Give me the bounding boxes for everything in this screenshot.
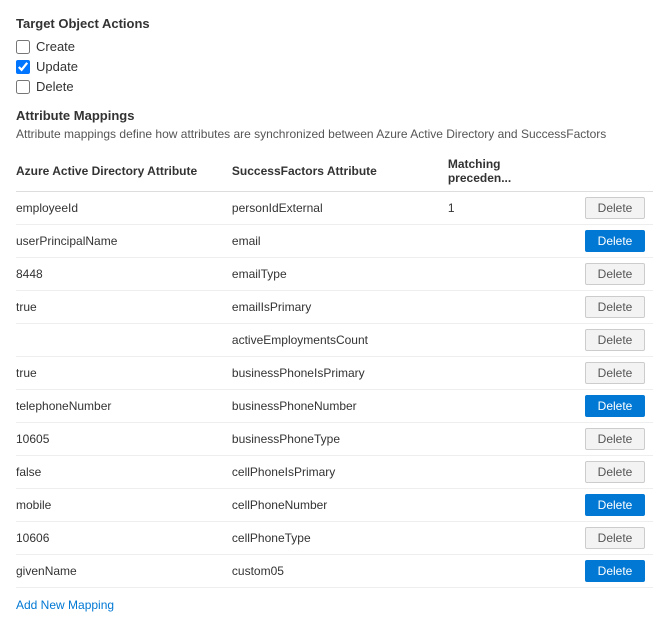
checkbox-create[interactable] — [16, 40, 30, 54]
cell-action: Delete — [567, 555, 653, 588]
delete-button[interactable]: Delete — [585, 494, 645, 516]
target-object-actions-title: Target Object Actions — [16, 16, 653, 31]
attribute-mappings-description: Attribute mappings define how attributes… — [16, 127, 653, 141]
delete-button[interactable]: Delete — [585, 560, 645, 582]
cell-match — [448, 258, 567, 291]
cell-match — [448, 291, 567, 324]
cell-aad: userPrincipalName — [16, 225, 232, 258]
add-new-mapping-link[interactable]: Add New Mapping — [16, 598, 114, 612]
cell-sf: emailIsPrimary — [232, 291, 448, 324]
cell-sf: activeEmploymentsCount — [232, 324, 448, 357]
table-row: 10605businessPhoneType Delete — [16, 423, 653, 456]
cell-aad: 10605 — [16, 423, 232, 456]
checkbox-row-create: Create — [16, 39, 653, 54]
cell-aad: mobile — [16, 489, 232, 522]
table-row: falsecellPhoneIsPrimary Delete — [16, 456, 653, 489]
attribute-mappings-table: Azure Active Directory Attribute Success… — [16, 151, 653, 588]
cell-sf: emailType — [232, 258, 448, 291]
cell-action: Delete — [567, 390, 653, 423]
table-row: 10606cellPhoneType Delete — [16, 522, 653, 555]
cell-aad: true — [16, 291, 232, 324]
delete-button[interactable]: Delete — [585, 197, 645, 219]
cell-match — [448, 225, 567, 258]
checkbox-label-update: Update — [36, 59, 78, 74]
delete-button[interactable]: Delete — [585, 362, 645, 384]
cell-action: Delete — [567, 423, 653, 456]
col-header-aad: Azure Active Directory Attribute — [16, 151, 232, 192]
col-header-action — [567, 151, 653, 192]
cell-action: Delete — [567, 522, 653, 555]
table-row: givenNamecustom05 Delete — [16, 555, 653, 588]
cell-match — [448, 456, 567, 489]
attribute-mappings-title: Attribute Mappings — [16, 108, 653, 123]
cell-aad: false — [16, 456, 232, 489]
delete-button[interactable]: Delete — [585, 263, 645, 285]
cell-action: Delete — [567, 225, 653, 258]
delete-button[interactable]: Delete — [585, 461, 645, 483]
cell-aad: true — [16, 357, 232, 390]
col-header-match: Matching preceden... — [448, 151, 567, 192]
table-row: telephoneNumberbusinessPhoneNumber Delete — [16, 390, 653, 423]
cell-sf: businessPhoneIsPrimary — [232, 357, 448, 390]
delete-button[interactable]: Delete — [585, 329, 645, 351]
cell-match — [448, 324, 567, 357]
cell-sf: custom05 — [232, 555, 448, 588]
cell-aad: 8448 — [16, 258, 232, 291]
delete-button[interactable]: Delete — [585, 428, 645, 450]
table-row: employeeIdpersonIdExternal1 Delete — [16, 192, 653, 225]
col-header-sf: SuccessFactors Attribute — [232, 151, 448, 192]
cell-action: Delete — [567, 192, 653, 225]
checkbox-row-delete: Delete — [16, 79, 653, 94]
cell-action: Delete — [567, 291, 653, 324]
cell-match — [448, 357, 567, 390]
cell-aad: givenName — [16, 555, 232, 588]
delete-button[interactable]: Delete — [585, 296, 645, 318]
table-row: trueemailIsPrimary Delete — [16, 291, 653, 324]
checkbox-delete[interactable] — [16, 80, 30, 94]
table-row: truebusinessPhoneIsPrimary Delete — [16, 357, 653, 390]
table-row: userPrincipalNameemail Delete — [16, 225, 653, 258]
table-row: 8448emailType Delete — [16, 258, 653, 291]
cell-aad — [16, 324, 232, 357]
cell-sf: personIdExternal — [232, 192, 448, 225]
cell-aad: telephoneNumber — [16, 390, 232, 423]
checkbox-label-create: Create — [36, 39, 75, 54]
checkbox-update[interactable] — [16, 60, 30, 74]
cell-match — [448, 555, 567, 588]
cell-match — [448, 522, 567, 555]
delete-button[interactable]: Delete — [585, 527, 645, 549]
cell-sf: email — [232, 225, 448, 258]
cell-match: 1 — [448, 192, 567, 225]
cell-aad: employeeId — [16, 192, 232, 225]
cell-action: Delete — [567, 489, 653, 522]
cell-sf: cellPhoneType — [232, 522, 448, 555]
cell-action: Delete — [567, 324, 653, 357]
checkbox-row-update: Update — [16, 59, 653, 74]
cell-sf: cellPhoneNumber — [232, 489, 448, 522]
cell-match — [448, 489, 567, 522]
checkbox-label-delete: Delete — [36, 79, 74, 94]
cell-action: Delete — [567, 456, 653, 489]
cell-sf: businessPhoneType — [232, 423, 448, 456]
cell-action: Delete — [567, 357, 653, 390]
cell-aad: 10606 — [16, 522, 232, 555]
cell-match — [448, 423, 567, 456]
delete-button[interactable]: Delete — [585, 395, 645, 417]
cell-action: Delete — [567, 258, 653, 291]
delete-button[interactable]: Delete — [585, 230, 645, 252]
cell-sf: cellPhoneIsPrimary — [232, 456, 448, 489]
cell-sf: businessPhoneNumber — [232, 390, 448, 423]
cell-match — [448, 390, 567, 423]
table-row: mobilecellPhoneNumber Delete — [16, 489, 653, 522]
table-row: activeEmploymentsCount Delete — [16, 324, 653, 357]
